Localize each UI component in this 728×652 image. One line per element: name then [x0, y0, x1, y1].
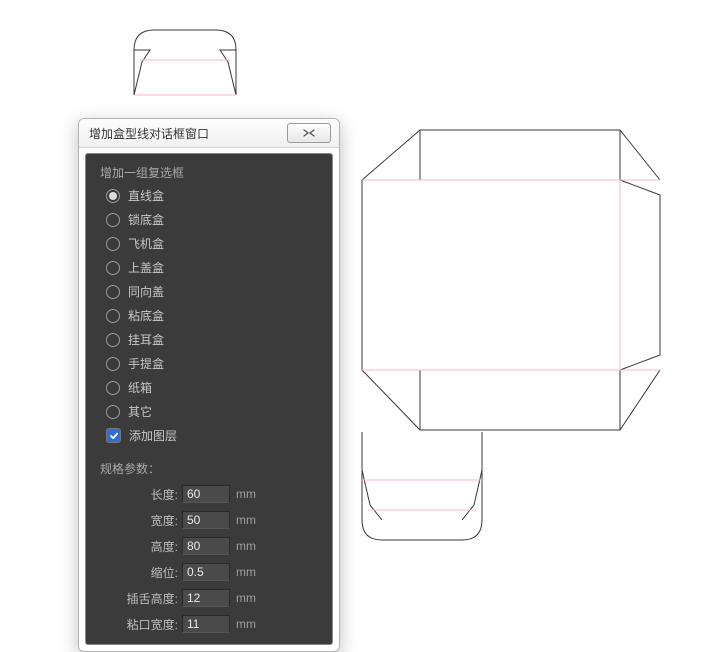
radio-icon — [106, 213, 120, 227]
radio-icon — [106, 381, 120, 395]
dialog-panel: 增加一组复选框 直线盒 锁底盒 飞机盒 上盖盒 同向盖 — [85, 153, 333, 645]
offset-input[interactable] — [182, 563, 230, 581]
param-row-height: 高度: mm — [100, 537, 318, 555]
box-type-group-label: 增加一组复选框 — [100, 164, 318, 181]
radio-label: 直线盒 — [128, 187, 164, 204]
close-icon — [301, 128, 317, 138]
radio-label: 上盖盒 — [128, 259, 164, 276]
param-label: 高度: — [100, 538, 182, 555]
unit-label: mm — [236, 539, 256, 553]
height-input[interactable] — [182, 537, 230, 555]
radio-label: 挂耳盒 — [128, 331, 164, 348]
radio-label: 同向盖 — [128, 283, 164, 300]
unit-label: mm — [236, 513, 256, 527]
radio-option-other[interactable]: 其它 — [106, 403, 318, 420]
radio-icon — [106, 357, 120, 371]
dialog-titlebar[interactable]: 增加盒型线对话框窗口 — [79, 119, 339, 148]
width-input[interactable] — [182, 511, 230, 529]
radio-icon — [106, 237, 120, 251]
radio-option-top-lid-box[interactable]: 上盖盒 — [106, 259, 318, 276]
radio-icon — [106, 189, 120, 203]
checkbox-label: 添加图层 — [129, 427, 177, 444]
param-label: 插舌高度: — [100, 590, 182, 607]
param-label: 长度: — [100, 486, 182, 503]
radio-option-glue-bottom-box[interactable]: 粘底盒 — [106, 307, 318, 324]
radio-icon — [106, 285, 120, 299]
radio-icon — [106, 309, 120, 323]
param-row-glue-width: 粘口宽度: mm — [100, 615, 318, 633]
param-row-tuck-height: 插舌高度: mm — [100, 589, 318, 607]
unit-label: mm — [236, 591, 256, 605]
radio-label: 粘底盒 — [128, 307, 164, 324]
radio-label: 手提盒 — [128, 355, 164, 372]
radio-option-airplane-box[interactable]: 飞机盒 — [106, 235, 318, 252]
radio-label: 飞机盒 — [128, 235, 164, 252]
param-label: 粘口宽度: — [100, 616, 182, 633]
unit-label: mm — [236, 617, 256, 631]
dialog-title: 增加盒型线对话框窗口 — [89, 125, 209, 142]
radio-option-hang-tab-box[interactable]: 挂耳盒 — [106, 331, 318, 348]
params-section-label: 规格参数： — [100, 460, 318, 477]
param-row-width: 宽度: mm — [100, 511, 318, 529]
param-row-offset: 缩位: mm — [100, 563, 318, 581]
checkbox-add-layer[interactable]: 添加图层 — [106, 427, 318, 444]
radio-icon — [106, 333, 120, 347]
box-type-radio-group: 直线盒 锁底盒 飞机盒 上盖盒 同向盖 粘底盒 — [100, 187, 318, 444]
param-row-length: 长度: mm — [100, 485, 318, 503]
radio-option-straight-box[interactable]: 直线盒 — [106, 187, 318, 204]
radio-option-lock-bottom-box[interactable]: 锁底盒 — [106, 211, 318, 228]
box-template-dialog: 增加盒型线对话框窗口 增加一组复选框 直线盒 锁底盒 飞机盒 上盖盒 — [78, 118, 340, 652]
radio-option-handle-box[interactable]: 手提盒 — [106, 355, 318, 372]
unit-label: mm — [236, 565, 256, 579]
tuck-height-input[interactable] — [182, 589, 230, 607]
close-button[interactable] — [287, 123, 331, 143]
radio-label: 锁底盒 — [128, 211, 164, 228]
checkbox-icon — [106, 428, 121, 443]
param-label: 宽度: — [100, 512, 182, 529]
length-input[interactable] — [182, 485, 230, 503]
glue-width-input[interactable] — [182, 615, 230, 633]
radio-option-carton[interactable]: 纸箱 — [106, 379, 318, 396]
radio-label: 其它 — [128, 403, 152, 420]
radio-icon — [106, 405, 120, 419]
unit-label: mm — [236, 487, 256, 501]
param-label: 缩位: — [100, 564, 182, 581]
radio-option-same-direction-lid[interactable]: 同向盖 — [106, 283, 318, 300]
radio-label: 纸箱 — [128, 379, 152, 396]
params-group: 长度: mm 宽度: mm 高度: mm 缩位: mm 插舌高度: — [100, 485, 318, 633]
radio-icon — [106, 261, 120, 275]
